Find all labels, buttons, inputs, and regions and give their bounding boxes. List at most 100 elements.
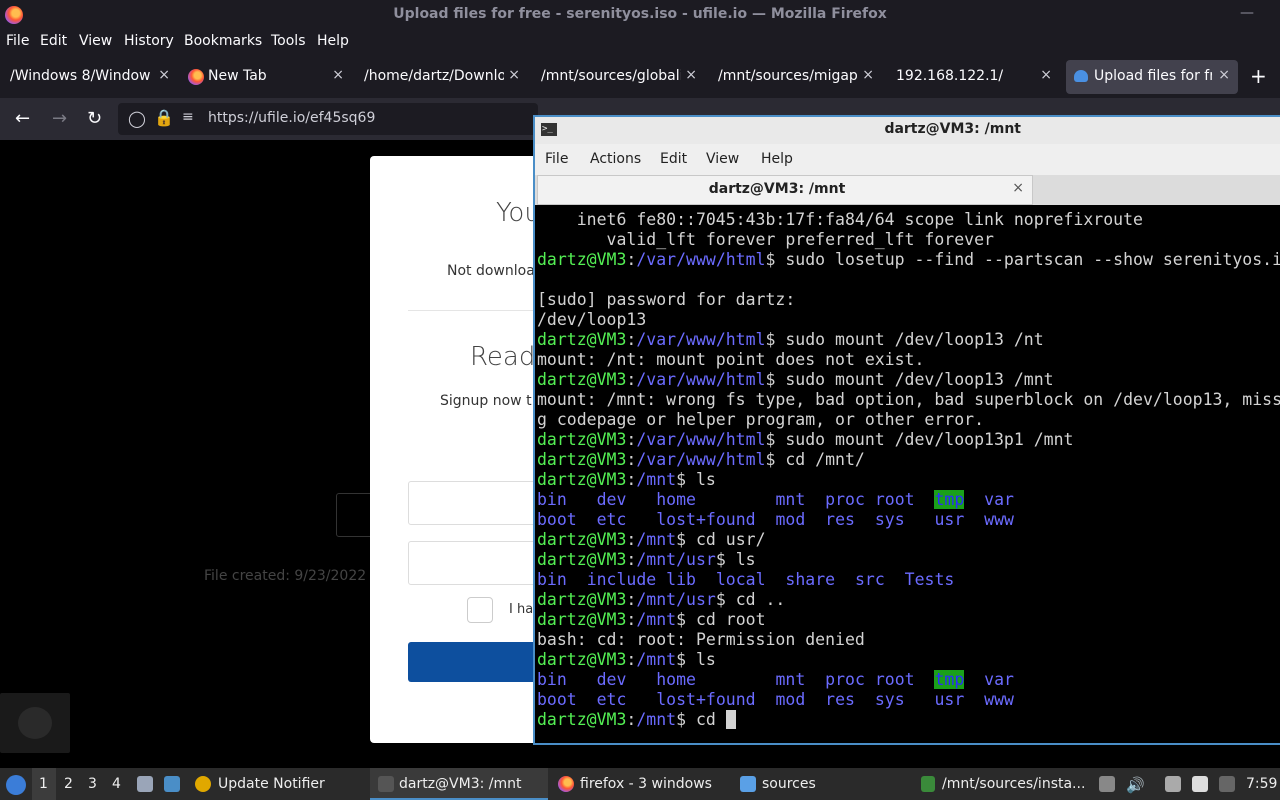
workspace-3[interactable]: 3: [88, 776, 97, 792]
term-menu-edit[interactable]: Edit: [660, 151, 687, 167]
lock-icon[interactable]: 🔒: [154, 108, 174, 127]
reload-icon[interactable]: ↻: [87, 108, 102, 129]
menu-history[interactable]: History: [124, 33, 174, 49]
tab-close-icon[interactable]: ×: [158, 67, 170, 83]
firefox-titlebar: Upload files for free - serenityos.iso -…: [0, 0, 1280, 30]
recaptcha-badge[interactable]: [0, 693, 70, 753]
url-bar[interactable]: ◯ 🔒 ≡ https://ufile.io/ef45sq69: [118, 103, 538, 135]
output-text: inet6 fe80::7045:43b:17f:fa84/64 scope l…: [537, 210, 1143, 229]
tab-192-168-122-1[interactable]: 192.168.122.1/ ×: [888, 60, 1060, 94]
url-text[interactable]: https://ufile.io/ef45sq69: [208, 110, 375, 126]
menu-edit[interactable]: Edit: [40, 33, 67, 49]
back-arrow-icon[interactable]: ←: [15, 108, 30, 129]
prompt-symbol: $: [676, 710, 687, 729]
prompt-symbol: $: [765, 250, 776, 269]
tab-globalin[interactable]: /mnt/sources/globalin ×: [533, 60, 705, 94]
terminal-output[interactable]: inet6 fe80::7045:43b:17f:fa84/64 scope l…: [537, 210, 1280, 740]
terminal-task[interactable]: dartz@VM3: /mnt: [399, 776, 522, 792]
terminal-line: /dev/loop13: [537, 310, 1280, 330]
firefox-menubar: File Edit View History Bookmarks Tools H…: [0, 30, 1280, 54]
terminal-tab-label: dartz@VM3: /mnt: [708, 181, 846, 197]
recaptcha-icon: [18, 707, 52, 739]
prompt-user: dartz@VM3: [537, 450, 627, 469]
tab-home-downloads[interactable]: /home/dartz/Downloa ×: [356, 60, 528, 94]
window-controls[interactable]: —: [1240, 5, 1272, 21]
background-box: [336, 493, 374, 537]
term-menu-view[interactable]: View: [706, 151, 739, 167]
start-menu-icon[interactable]: [6, 775, 26, 795]
desktop-launcher-icon[interactable]: [164, 776, 180, 792]
clock[interactable]: 7:59: [1246, 776, 1277, 792]
ls-entry: var: [984, 490, 1014, 509]
ls-entry: tmp: [934, 670, 965, 689]
files-launcher-icon[interactable]: [137, 776, 153, 792]
volume-icon[interactable]: 🔊: [1126, 776, 1145, 794]
terminal-line: mount: /nt: mount point does not exist.: [537, 350, 1280, 370]
terms-checkbox[interactable]: [467, 597, 493, 623]
terminal-line: bash: cd: root: Permission denied: [537, 630, 1280, 650]
shield-icon[interactable]: ◯: [128, 109, 146, 128]
workspace-2[interactable]: 2: [64, 776, 73, 792]
term-menu-help[interactable]: Help: [761, 151, 793, 167]
terminal-window-title: dartz@VM3: /mnt: [884, 121, 1021, 137]
ls-gap: [865, 670, 875, 689]
tab-close-icon[interactable]: ×: [508, 67, 520, 83]
tab-new-tab[interactable]: New Tab ×: [180, 60, 352, 94]
menu-view[interactable]: View: [79, 33, 112, 49]
prompt-path: /mnt: [636, 610, 677, 629]
files-task[interactable]: sources: [762, 776, 816, 792]
prompt-path: /mnt/usr: [636, 550, 716, 569]
install-task[interactable]: /mnt/sources/insta...: [942, 776, 1085, 792]
network-icon[interactable]: [1219, 776, 1235, 792]
close-icon[interactable]: ×: [1012, 180, 1024, 196]
terminal-titlebar[interactable]: >_ dartz@VM3: /mnt: [535, 117, 1280, 144]
prompt-user: dartz@VM3: [537, 650, 627, 669]
ls-gap: [577, 510, 597, 529]
notes-icon[interactable]: [1192, 776, 1208, 792]
prompt-sep: :: [626, 250, 637, 269]
new-tab-plus-icon[interactable]: +: [1250, 64, 1267, 88]
terminal-line: boot etc lost+found mod res sys usr www: [537, 690, 1280, 710]
terminal-line: dartz@VM3:/var/www/html$ sudo mount /dev…: [537, 430, 1280, 450]
output-text: mount: /nt: mount point does not exist.: [537, 350, 925, 369]
menu-file[interactable]: File: [6, 33, 29, 49]
keyboard-icon[interactable]: [1165, 776, 1181, 792]
menu-bookmarks[interactable]: Bookmarks: [184, 33, 262, 49]
modal-subtitle: Not downloa: [447, 263, 535, 279]
tab-migapp[interactable]: /mnt/sources/migapp ×: [710, 60, 882, 94]
tab-close-icon[interactable]: ×: [332, 67, 344, 83]
workspace-4[interactable]: 4: [112, 776, 121, 792]
term-menu-file[interactable]: File: [545, 151, 568, 167]
ls-entry: var: [984, 670, 1014, 689]
tab-close-icon[interactable]: ×: [1218, 67, 1230, 83]
tab-close-icon[interactable]: ×: [685, 67, 697, 83]
firefox-task[interactable]: firefox - 3 windows: [580, 776, 712, 792]
terminal-line: dartz@VM3:/mnt/usr$ cd ..: [537, 590, 1280, 610]
ls-gap: [855, 690, 875, 709]
tab-close-icon[interactable]: ×: [862, 67, 874, 83]
prompt-sep: :: [626, 710, 637, 729]
tab-close-icon[interactable]: ×: [1040, 67, 1052, 83]
ls-entry: home: [656, 490, 696, 509]
ls-gap: [756, 690, 776, 709]
command-text: sudo mount /dev/loop13 /mnt: [775, 370, 1054, 389]
tab-ufile-upload[interactable]: Upload files for fre ×: [1066, 60, 1238, 94]
ls-gap: [1014, 690, 1024, 709]
prompt-path: /var/www/html: [636, 450, 766, 469]
clipboard-icon[interactable]: [1099, 776, 1115, 792]
permissions-icon[interactable]: ≡: [182, 109, 194, 125]
workspace-1[interactable]: 1: [39, 776, 48, 792]
ls-entry: lib: [666, 570, 696, 589]
firefox-tabbar: /Windows 8/Windows × New Tab × /home/dar…: [0, 56, 1280, 98]
menu-help[interactable]: Help: [317, 33, 349, 49]
install-task-icon: [921, 776, 935, 792]
terminal-line: boot etc lost+found mod res sys usr www: [537, 510, 1280, 530]
forward-arrow-icon[interactable]: →: [52, 108, 67, 129]
terminal-tab[interactable]: dartz@VM3: /mnt ×: [537, 175, 1033, 205]
menu-tools[interactable]: Tools: [271, 33, 306, 49]
ls-gap: [567, 670, 597, 689]
tab-windows8[interactable]: /Windows 8/Windows ×: [2, 60, 178, 94]
term-menu-actions[interactable]: Actions: [590, 151, 641, 167]
update-notifier-task[interactable]: Update Notifier: [218, 776, 325, 792]
